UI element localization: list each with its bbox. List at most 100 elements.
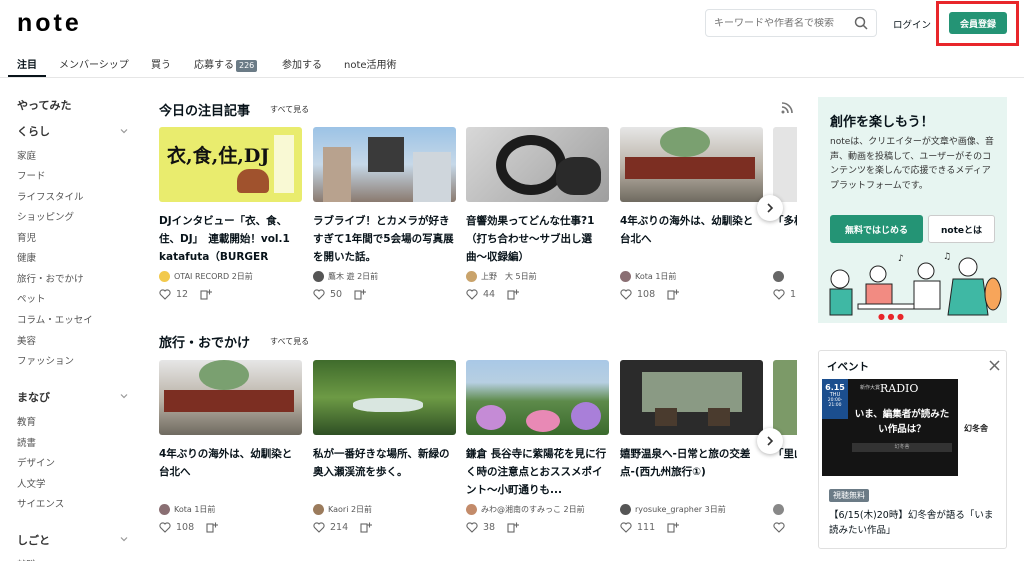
author-name[interactable]: OTAI RECORD <box>174 272 229 281</box>
article-title[interactable]: DJインタビュー「衣、食、住、DJ」 連載開始！vol.1 katafuta（B… <box>159 212 302 266</box>
article-card[interactable]: 私が一番好きな場所、新緑の奥入瀬渓流を歩く。 Kaori 2日前 214 <box>313 360 456 533</box>
avatar[interactable] <box>466 271 477 282</box>
author-name[interactable]: 鷹木 遊 <box>328 271 355 282</box>
sidebar-item[interactable]: デザイン <box>17 455 55 469</box>
carousel-next-button[interactable] <box>757 195 783 221</box>
sidebar-item[interactable]: フード <box>17 168 46 182</box>
article-title[interactable]: ラブライブ！とカメラが好きすぎて1年間で5会場の写真展を開いた話。 <box>313 212 456 266</box>
sidebar-item[interactable]: 家庭 <box>17 148 36 162</box>
article-card[interactable]: 嬉野温泉へ-日常と旅の交差点-(西九州旅行①) ryosuke_grapher … <box>620 360 763 533</box>
start-free-button[interactable]: 無料ではじめる <box>830 215 923 243</box>
article-title[interactable]: 私が一番好きな場所、新緑の奥入瀬渓流を歩く。 <box>313 445 456 499</box>
tab-membership[interactable]: メンバーシップ <box>59 56 129 71</box>
sidebar-heading-shigoto[interactable]: しごと <box>17 532 50 548</box>
article-title[interactable]: 「多様」から...ル・マ... <box>773 212 797 266</box>
article-thumbnail[interactable] <box>159 360 302 435</box>
article-thumbnail[interactable] <box>620 127 763 202</box>
event-banner[interactable]: 6.15 THU 20:00-21:00 新作大賞 RADIO いま、編集者が読… <box>822 379 1003 476</box>
article-card[interactable]: 衣,食,住,DJ DJインタビュー「衣、食、住、DJ」 連載開始！vol.1 k… <box>159 127 302 300</box>
sidebar-item[interactable]: 旅行・おでかけ <box>17 271 84 285</box>
sidebar-item[interactable]: 育児 <box>17 230 36 244</box>
article-thumbnail[interactable] <box>466 360 609 435</box>
see-all-link[interactable]: すべて見る <box>270 104 309 115</box>
article-title[interactable]: 音響効果ってどんな仕事?1（打ち合わせ〜サブ出し選曲〜収録編） <box>466 212 609 266</box>
signup-button[interactable]: 会員登録 <box>949 12 1007 34</box>
sidebar-item-yattemita[interactable]: やってみた <box>17 97 71 113</box>
author-name[interactable]: みわ@湘南のすみっこ <box>481 504 561 515</box>
article-thumbnail[interactable] <box>313 360 456 435</box>
sidebar-heading-manabi[interactable]: まなび <box>17 389 50 405</box>
sidebar-item[interactable]: ライフスタイル <box>17 189 84 203</box>
avatar[interactable] <box>313 504 324 515</box>
sidebar-item[interactable]: 人文学 <box>17 476 46 490</box>
article-card[interactable]: 鎌倉 長谷寺に紫陽花を見に行く時の注意点とおススメポイント〜小町通りも... み… <box>466 360 609 533</box>
about-note-button[interactable]: noteとは <box>928 215 995 243</box>
tab-buy[interactable]: 買う <box>151 56 171 71</box>
magazine-add-icon[interactable] <box>200 289 213 300</box>
tab-join[interactable]: 参加する <box>282 56 322 71</box>
article-thumbnail[interactable] <box>773 360 797 435</box>
avatar[interactable] <box>620 271 631 282</box>
sidebar-heading-kurashi[interactable]: くらし <box>17 123 50 139</box>
sidebar-item[interactable]: サイエンス <box>17 496 64 510</box>
heart-icon[interactable] <box>620 522 632 533</box>
heart-icon[interactable] <box>159 289 171 300</box>
avatar[interactable] <box>159 271 170 282</box>
magazine-add-icon[interactable] <box>507 522 520 533</box>
chevron-down-icon[interactable] <box>120 127 128 135</box>
tab-note-tips[interactable]: note活用術 <box>344 56 397 71</box>
article-thumbnail[interactable] <box>313 127 456 202</box>
tab-apply[interactable]: 応募する 226 <box>194 56 258 72</box>
rss-icon[interactable] <box>781 102 793 114</box>
avatar[interactable] <box>466 504 477 515</box>
author-name[interactable]: Kota <box>174 505 192 514</box>
event-description[interactable]: 【6/15(木)20時】幻冬舎が語る「いま読みたい作品」 <box>829 508 1001 538</box>
sidebar-item[interactable]: 就職 <box>17 557 36 561</box>
sidebar-item[interactable]: ファッション <box>17 353 74 367</box>
heart-icon[interactable] <box>773 522 785 533</box>
article-title[interactable]: 嬉野温泉へ-日常と旅の交差点-(西九州旅行①) <box>620 445 763 499</box>
sidebar-item[interactable]: ショッピング <box>17 209 74 223</box>
heart-icon[interactable] <box>159 522 171 533</box>
article-title[interactable]: 鎌倉 長谷寺に紫陽花を見に行く時の注意点とおススメポイント〜小町通りも... <box>466 445 609 499</box>
article-title[interactable]: 4年ぶりの海外は、幼馴染と台北へ <box>620 212 763 266</box>
carousel-next-button[interactable] <box>757 428 783 454</box>
avatar[interactable] <box>620 504 631 515</box>
heart-icon[interactable] <box>313 522 325 533</box>
sidebar-item[interactable]: 教育 <box>17 414 36 428</box>
search-icon[interactable] <box>854 16 868 30</box>
article-card[interactable]: ラブライブ！とカメラが好きすぎて1年間で5会場の写真展を開いた話。 鷹木 遊 2… <box>313 127 456 300</box>
sidebar-item[interactable]: ペット <box>17 291 46 305</box>
avatar[interactable] <box>159 504 170 515</box>
article-thumbnail[interactable]: 衣,食,住,DJ <box>159 127 302 202</box>
search-box[interactable] <box>705 9 877 37</box>
article-thumbnail[interactable] <box>773 127 797 202</box>
article-title[interactable]: 4年ぶりの海外は、幼馴染と台北へ <box>159 445 302 499</box>
magazine-add-icon[interactable] <box>667 289 680 300</box>
chevron-down-icon[interactable] <box>120 535 128 543</box>
heart-icon[interactable] <box>466 522 478 533</box>
avatar[interactable] <box>313 271 324 282</box>
sidebar-item[interactable]: 健康 <box>17 250 36 264</box>
author-name[interactable]: 上野 大 <box>481 271 513 282</box>
article-card[interactable]: 4年ぶりの海外は、幼馴染と台北へ Kota 1日前 108 <box>159 360 302 533</box>
tab-featured[interactable]: 注目 <box>17 56 37 71</box>
see-all-link[interactable]: すべて見る <box>270 336 309 347</box>
heart-icon[interactable] <box>466 289 478 300</box>
magazine-add-icon[interactable] <box>360 522 373 533</box>
sidebar-item[interactable]: コラム・エッセイ <box>17 312 93 326</box>
author-name[interactable]: Kaori <box>328 505 348 514</box>
note-logo[interactable]: note <box>17 9 82 38</box>
heart-icon[interactable] <box>773 289 785 300</box>
search-input[interactable] <box>714 17 844 29</box>
close-icon[interactable] <box>989 360 1000 371</box>
login-link[interactable]: ログイン <box>893 17 931 31</box>
avatar[interactable] <box>773 504 784 515</box>
sidebar-item[interactable]: 読書 <box>17 435 36 449</box>
article-thumbnail[interactable] <box>466 127 609 202</box>
magazine-add-icon[interactable] <box>507 289 520 300</box>
article-card[interactable]: 4年ぶりの海外は、幼馴染と台北へ Kota 1日前 108 <box>620 127 763 300</box>
author-name[interactable]: Kota <box>635 272 653 281</box>
article-thumbnail[interactable] <box>620 360 763 435</box>
author-name[interactable]: ryosuke_grapher <box>635 505 702 514</box>
